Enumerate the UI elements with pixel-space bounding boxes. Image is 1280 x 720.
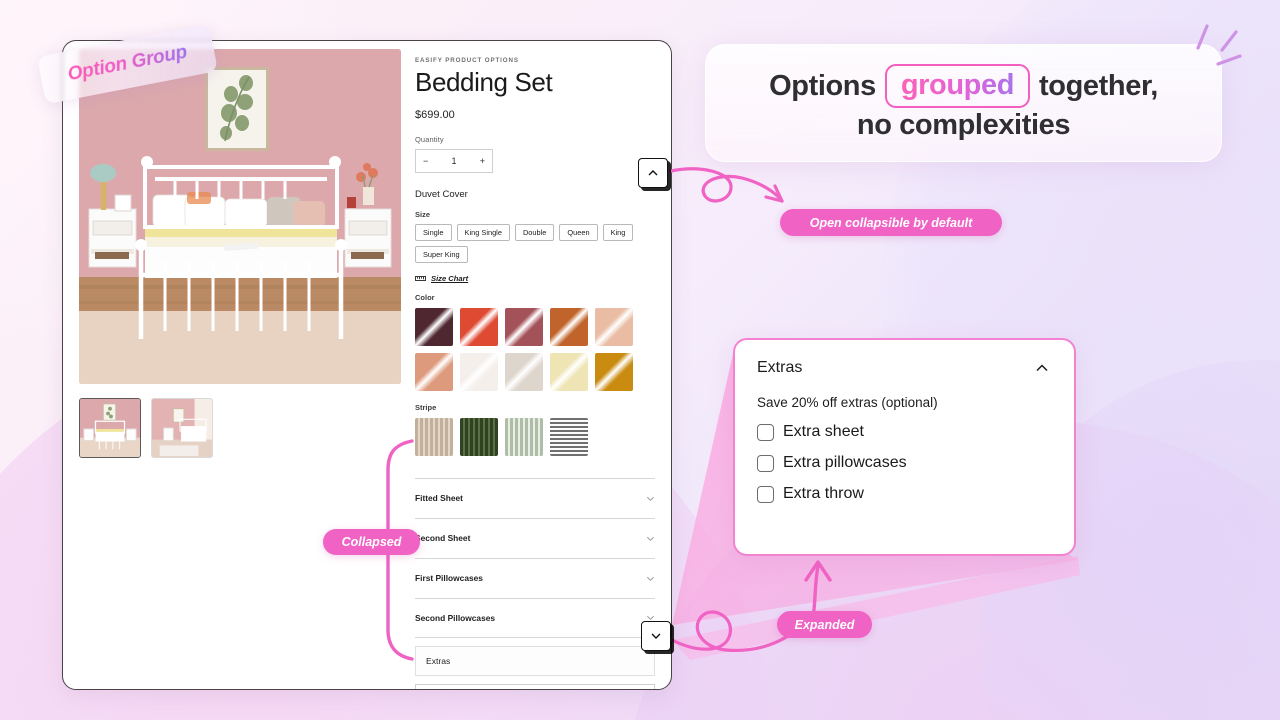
chevron-up-icon — [648, 170, 658, 176]
extras-option-label: Extra pillowcases — [783, 454, 907, 471]
stripe-swatch-row — [415, 417, 655, 456]
color-swatch[interactable] — [550, 352, 588, 391]
headline-line-2: no complexities — [856, 109, 1071, 141]
quantity-increment-button[interactable]: + — [480, 156, 485, 166]
stripe-swatch[interactable] — [415, 417, 453, 456]
chevron-down-icon — [647, 576, 654, 581]
headline-highlight-text: grouped — [900, 68, 1015, 101]
storefront-product-card: EASIFY PRODUCT OPTIONS Bedding Set $699.… — [62, 40, 672, 690]
color-swatch[interactable] — [460, 352, 498, 391]
thumbnail-2[interactable] — [151, 398, 213, 458]
ruler-icon — [415, 276, 426, 282]
collapsible-fitted-sheet[interactable]: Fitted Sheet — [415, 477, 655, 518]
collapsible-option-groups: Fitted Sheet Second Sheet First Pillowca… — [415, 477, 655, 638]
extras-expanded-panel: Extras Save 20% off extras (optional) Ex… — [733, 338, 1076, 556]
product-options-column: EASIFY PRODUCT OPTIONS Bedding Set $699.… — [403, 49, 661, 689]
size-chip[interactable]: Double — [514, 223, 555, 241]
checkbox-extra-pillowcases[interactable] — [757, 454, 774, 472]
option-group-duvet-cover-title: Duvet Cover — [415, 188, 468, 200]
checkbox-extra-throw[interactable] — [757, 485, 774, 503]
quantity-value: 1 — [451, 155, 457, 166]
color-swatch[interactable] — [505, 352, 543, 391]
color-swatch[interactable] — [415, 352, 453, 391]
checkbox-extra-sheet[interactable] — [757, 423, 774, 441]
chevron-down-icon — [647, 536, 654, 541]
headline-line-1: Options grouped together, — [769, 63, 1158, 108]
quantity-decrement-button[interactable]: − — [423, 156, 428, 166]
collapsible-second-sheet[interactable]: Second Sheet — [415, 517, 655, 558]
extras-option-row[interactable]: Extra throw — [757, 485, 1052, 503]
thumbnail-1[interactable] — [79, 398, 141, 458]
extras-option-label: Extra throw — [783, 485, 864, 502]
color-label: Color — [415, 292, 435, 302]
duvet-collapsible-toggle-button[interactable] — [638, 158, 668, 188]
collapsible-second-pillowcases[interactable]: Second Pillowcases — [415, 597, 655, 638]
extras-panel-note: Save 20% off extras (optional) — [757, 395, 938, 410]
collapsible-label: Extras — [426, 655, 451, 666]
thumbnail-strip — [79, 398, 397, 458]
color-swatch[interactable] — [460, 307, 498, 346]
collapsible-label: Fitted Sheet — [415, 493, 463, 504]
collapsible-label: First Pillowcases — [415, 573, 483, 584]
callout-collapsed: Collapsed — [323, 529, 420, 555]
headline-banner: Options grouped together, no complexitie… — [705, 44, 1222, 162]
collapsible-label: Second Pillowcases — [415, 612, 496, 623]
stripe-swatch[interactable] — [460, 417, 498, 456]
chevron-up-icon[interactable] — [1032, 358, 1052, 378]
callout-expanded: Expanded — [777, 611, 872, 638]
extras-option-row[interactable]: Extra pillowcases — [757, 454, 1052, 472]
headline-text-pre: Options — [769, 69, 876, 102]
headline-text-post: together, — [1039, 69, 1158, 102]
size-chip[interactable]: Single — [415, 223, 452, 241]
extras-panel-title: Extras — [757, 359, 803, 376]
color-swatch[interactable] — [595, 352, 633, 391]
stripe-swatch[interactable] — [550, 417, 588, 456]
extras-option-label: Extra sheet — [783, 423, 864, 440]
color-swatch[interactable] — [505, 307, 543, 346]
size-chip[interactable]: Super King — [415, 245, 468, 263]
add-to-cart-button[interactable]: Add to cart — [415, 683, 655, 689]
extras-collapsible-toggle-button[interactable] — [641, 621, 671, 651]
color-swatch[interactable] — [415, 307, 453, 346]
chevron-down-icon — [647, 496, 654, 501]
product-price: $699.00 — [415, 108, 455, 121]
color-swatch[interactable] — [550, 307, 588, 346]
product-hero-image[interactable] — [79, 49, 401, 384]
collapsible-label: Second Sheet — [415, 533, 471, 544]
color-swatch[interactable] — [595, 307, 633, 346]
size-chart-label: Size Chart — [431, 273, 469, 283]
stripe-swatch[interactable] — [505, 417, 543, 456]
quantity-label: Quantity — [415, 134, 444, 144]
stripe-label: Stripe — [415, 402, 437, 412]
extras-option-row[interactable]: Extra sheet — [757, 423, 1052, 441]
size-chip-list: Single King Single Double Queen King Sup… — [415, 223, 655, 263]
chevron-down-icon — [651, 633, 661, 639]
sparkle-icon — [1196, 24, 1242, 66]
vendor-eyebrow: EASIFY PRODUCT OPTIONS — [415, 57, 519, 64]
collapsible-extras[interactable]: Extras — [415, 645, 655, 676]
collapsible-first-pillowcases[interactable]: First Pillowcases — [415, 557, 655, 598]
option-group-ribbon-label: Option Group — [65, 41, 189, 86]
headline-highlight-box: grouped — [884, 63, 1031, 108]
extras-panel-header[interactable]: Extras — [757, 358, 1052, 378]
product-gallery — [73, 49, 403, 689]
quantity-stepper[interactable]: − 1 + — [415, 148, 493, 173]
size-chip[interactable]: King Single — [456, 223, 510, 241]
color-swatch-row-2 — [415, 352, 655, 391]
callout-open-collapsible: Open collapsible by default — [780, 209, 1002, 236]
size-chip[interactable]: Queen — [559, 223, 598, 241]
color-swatch-row-1 — [415, 307, 655, 346]
size-chart-link[interactable]: Size Chart — [415, 274, 655, 283]
page-title: Bedding Set — [415, 67, 553, 97]
size-label: Size — [415, 209, 431, 219]
size-chip[interactable]: King — [602, 223, 634, 241]
